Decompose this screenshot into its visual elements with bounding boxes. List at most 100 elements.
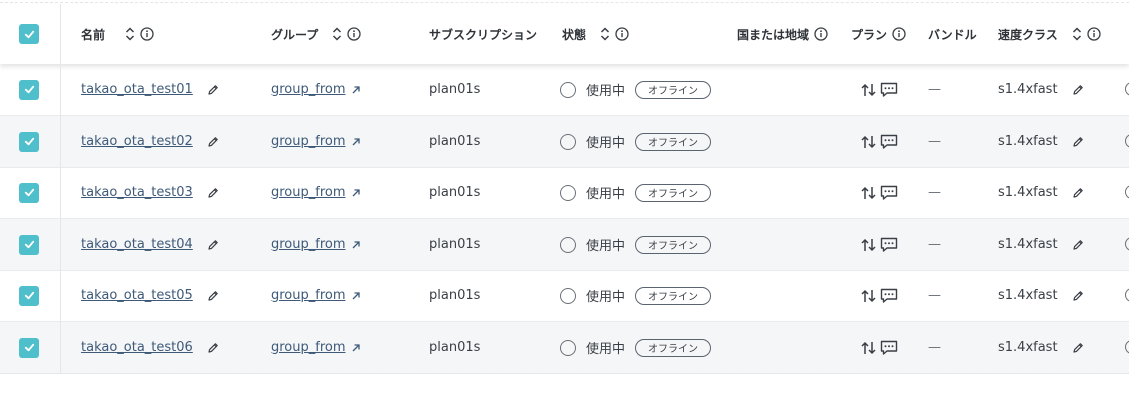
- row-checkbox[interactable]: [19, 322, 39, 373]
- checkbox-checked-icon[interactable]: [19, 79, 39, 100]
- chat-bubble-icon[interactable]: [880, 288, 898, 304]
- pencil-icon[interactable]: [1072, 136, 1084, 148]
- swap-updown-arrows-icon[interactable]: [860, 82, 878, 98]
- group-link[interactable]: group_from: [271, 340, 346, 355]
- table-row[interactable]: takao_ota_test06 group_from plan01s 使用中 …: [0, 322, 1129, 374]
- sort-updown-icon[interactable]: [600, 26, 610, 42]
- swap-updown-arrows-icon[interactable]: [860, 185, 878, 201]
- pencil-icon[interactable]: [207, 136, 219, 148]
- row-checkbox[interactable]: [19, 270, 39, 321]
- plan-cell: [860, 167, 898, 218]
- bundle-cell: —: [928, 237, 941, 252]
- table-row[interactable]: takao_ota_test01 group_from plan01s 使用中 …: [0, 64, 1129, 116]
- next-column-radio-icon[interactable]: [1125, 237, 1129, 251]
- status-badge: オフライン: [635, 286, 712, 305]
- table-row[interactable]: takao_ota_test05 group_from plan01s 使用中 …: [0, 270, 1129, 322]
- instance-name-link[interactable]: takao_ota_test02: [81, 134, 193, 149]
- row-checkbox[interactable]: [19, 219, 39, 270]
- status-radio-icon[interactable]: [560, 133, 576, 150]
- table-bottom-divider: [0, 373, 1129, 374]
- status-badge: オフライン: [635, 80, 712, 99]
- row-checkbox[interactable]: [19, 116, 39, 167]
- info-circle-icon[interactable]: [615, 27, 629, 41]
- swap-updown-arrows-icon[interactable]: [860, 237, 878, 253]
- info-circle-icon[interactable]: [347, 27, 361, 41]
- table-row[interactable]: takao_ota_test02 group_from plan01s 使用中 …: [0, 116, 1129, 168]
- group-link[interactable]: group_from: [271, 185, 346, 200]
- pencil-icon[interactable]: [207, 84, 219, 96]
- sort-updown-icon[interactable]: [332, 26, 342, 42]
- column-header-plan: プラン: [851, 4, 906, 64]
- instance-name-link[interactable]: takao_ota_test01: [81, 82, 193, 97]
- status-radio-icon[interactable]: [560, 184, 576, 201]
- table-row[interactable]: takao_ota_test04 group_from plan01s 使用中 …: [0, 219, 1129, 271]
- checkbox-checked-icon[interactable]: [19, 285, 39, 306]
- column-header-plan-label: プラン: [851, 27, 888, 42]
- next-column-radio-icon[interactable]: [1125, 134, 1129, 148]
- status-text: 使用中: [586, 342, 626, 357]
- checkbox-checked-icon[interactable]: [19, 24, 39, 44]
- next-column-radio-icon[interactable]: [1125, 185, 1129, 199]
- instance-name-link[interactable]: takao_ota_test04: [81, 237, 193, 252]
- column-header-speed[interactable]: 速度クラス: [998, 4, 1101, 64]
- next-column-radio-icon[interactable]: [1125, 340, 1129, 354]
- pencil-icon[interactable]: [1072, 84, 1084, 96]
- sort-updown-icon[interactable]: [125, 26, 135, 42]
- next-column-radio-icon[interactable]: [1125, 288, 1129, 302]
- column-header-group[interactable]: グループ: [271, 4, 361, 64]
- chat-bubble-icon[interactable]: [880, 134, 898, 150]
- status-radio-icon[interactable]: [560, 339, 576, 356]
- group-cell: group_from: [271, 219, 361, 270]
- pencil-icon[interactable]: [1072, 342, 1084, 354]
- plan-cell: [860, 219, 898, 270]
- group-link[interactable]: group_from: [271, 237, 346, 252]
- instance-name-link[interactable]: takao_ota_test03: [81, 185, 193, 200]
- instance-name-link[interactable]: takao_ota_test05: [81, 288, 193, 303]
- checkbox-checked-icon[interactable]: [19, 182, 39, 203]
- pencil-icon[interactable]: [207, 342, 219, 354]
- table-header: 名前 グループ サブスクリプション 状態 国または地域 プラン バンドル 速度ク…: [0, 4, 1129, 64]
- row-checkbox[interactable]: [19, 167, 39, 218]
- pencil-icon[interactable]: [207, 187, 219, 199]
- group-cell: group_from: [271, 322, 361, 373]
- checkbox-checked-icon[interactable]: [19, 131, 39, 152]
- pencil-icon[interactable]: [207, 239, 219, 251]
- pencil-icon[interactable]: [1072, 290, 1084, 302]
- chat-bubble-icon[interactable]: [880, 185, 898, 201]
- status-radio-icon[interactable]: [560, 287, 576, 304]
- swap-updown-arrows-icon[interactable]: [860, 134, 878, 150]
- chat-bubble-icon[interactable]: [880, 340, 898, 356]
- next-column-radio-icon[interactable]: [1125, 82, 1129, 96]
- pencil-icon[interactable]: [207, 290, 219, 302]
- swap-updown-arrows-icon[interactable]: [860, 340, 878, 356]
- checkbox-checked-icon[interactable]: [19, 234, 39, 255]
- column-header-name[interactable]: 名前: [81, 4, 154, 64]
- status-cell: 使用中 オフライン: [560, 270, 712, 321]
- info-circle-icon[interactable]: [892, 27, 906, 41]
- select-all-checkbox[interactable]: [19, 4, 39, 64]
- speed-class-text: s1.4xfast: [998, 82, 1058, 97]
- status-radio-icon[interactable]: [560, 81, 576, 98]
- status-radio-icon[interactable]: [560, 236, 576, 253]
- chat-bubble-icon[interactable]: [880, 82, 898, 98]
- pencil-icon[interactable]: [1072, 187, 1084, 199]
- swap-updown-arrows-icon[interactable]: [860, 288, 878, 304]
- group-link[interactable]: group_from: [271, 288, 346, 303]
- sort-updown-icon[interactable]: [1072, 26, 1082, 42]
- group-link[interactable]: group_from: [271, 134, 346, 149]
- row-checkbox[interactable]: [19, 64, 39, 115]
- table-row[interactable]: takao_ota_test03 group_from plan01s 使用中 …: [0, 167, 1129, 219]
- instance-name-link[interactable]: takao_ota_test06: [81, 340, 193, 355]
- external-link-arrow-icon: [351, 85, 361, 95]
- info-circle-icon[interactable]: [814, 27, 828, 41]
- info-circle-icon[interactable]: [140, 27, 154, 41]
- plan-cell: [860, 116, 898, 167]
- pencil-icon[interactable]: [1072, 239, 1084, 251]
- subscription-cell: plan01s: [429, 134, 481, 149]
- info-circle-icon[interactable]: [1087, 27, 1101, 41]
- status-text: 使用中: [586, 84, 626, 99]
- group-link[interactable]: group_from: [271, 82, 346, 97]
- chat-bubble-icon[interactable]: [880, 237, 898, 253]
- column-header-status[interactable]: 状態: [562, 4, 629, 64]
- checkbox-checked-icon[interactable]: [19, 337, 39, 358]
